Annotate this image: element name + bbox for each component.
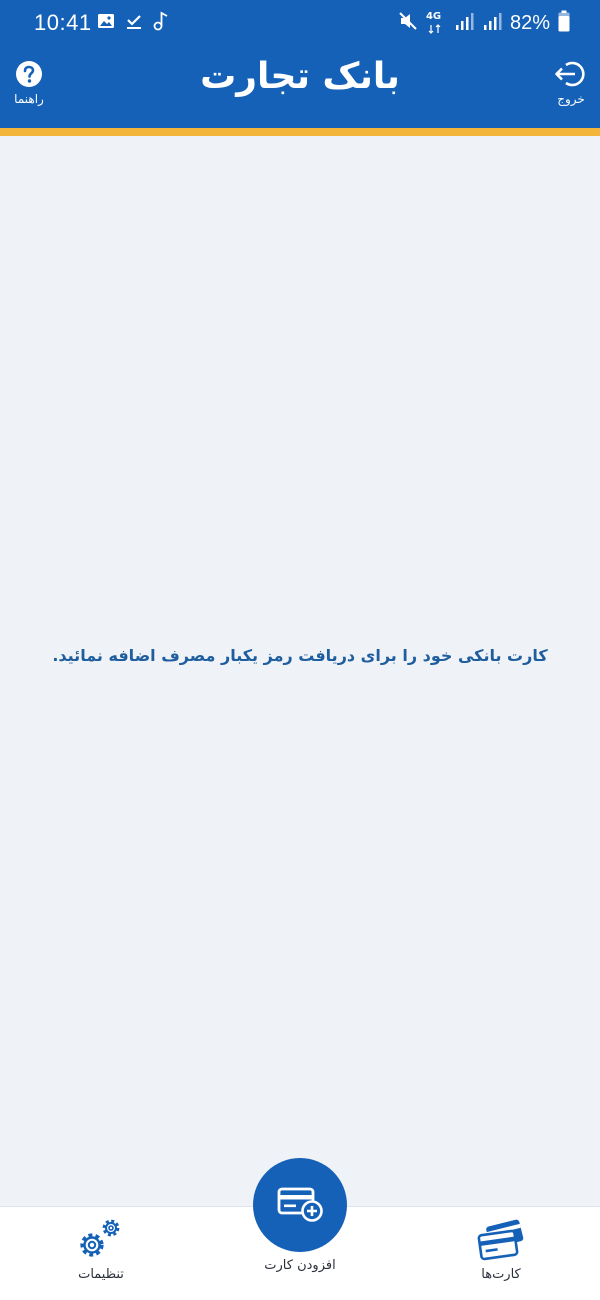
notification-icons: [97, 11, 169, 35]
battery-percent: 82%: [509, 11, 550, 34]
battery-icon: [558, 10, 570, 36]
add-card-fab[interactable]: افزودن کارت: [235, 1158, 365, 1273]
add-card-button[interactable]: [253, 1158, 347, 1252]
nav-cards[interactable]: کارت‌ها: [446, 1217, 556, 1282]
music-note-icon: [153, 11, 169, 35]
image-icon: [97, 12, 115, 34]
screen: 10:41 4G 82% راهنما بانک تجارت خروج کارت…: [0, 0, 600, 1300]
add-card-label: افزودن کارت: [264, 1258, 336, 1273]
header-accent-bar: [0, 128, 600, 136]
gear-icon: [80, 1219, 120, 1257]
signal-icon: [454, 11, 474, 35]
app-header: راهنما بانک تجارت خروج: [0, 48, 600, 128]
nav-settings[interactable]: تنظیمات: [46, 1217, 156, 1282]
cards-icon: [477, 1219, 524, 1261]
logout-icon: [555, 61, 585, 87]
nav-cards-label: کارت‌ها: [481, 1267, 521, 1282]
mute-icon: [398, 11, 418, 35]
network-indicator: 4G: [426, 11, 446, 35]
logout-button[interactable]: خروج: [548, 60, 594, 118]
add-card-icon: [277, 1187, 323, 1222]
empty-state-message: کارت بانکی خود را برای دریافت رمز یکبار …: [52, 646, 548, 665]
status-time: 10:41: [34, 10, 92, 35]
system-icons: 4G 82%: [398, 10, 570, 36]
bank-logo: بانک تجارت: [200, 56, 401, 97]
logout-label: خروج: [557, 92, 585, 106]
status-bar: 10:41 4G 82%: [0, 0, 600, 48]
signal-icon: [482, 11, 502, 35]
main-content: کارت بانکی خود را برای دریافت رمز یکبار …: [0, 136, 600, 1206]
check-icon: [125, 12, 143, 34]
nav-settings-label: تنظیمات: [78, 1267, 124, 1282]
